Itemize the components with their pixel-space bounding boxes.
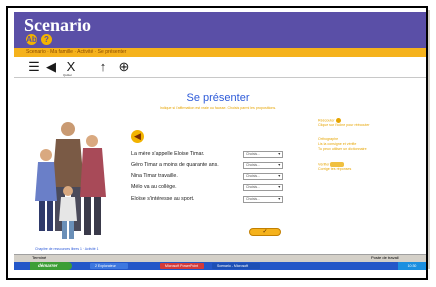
- app-title: Scenario: [24, 15, 91, 35]
- zone-text: Poste de travail: [371, 255, 399, 260]
- speaker-icon[interactable]: ◀: [131, 130, 144, 143]
- audio-help-button[interactable]: Ab: [26, 34, 37, 45]
- hint-block[interactable]: Réécouter Clique sur l'icône pour réécou…: [318, 118, 370, 128]
- hint-title: Réécouter: [318, 118, 335, 123]
- validate-button[interactable]: ✓: [249, 228, 281, 236]
- help-button[interactable]: ?: [41, 34, 52, 45]
- girl-figure: [35, 149, 57, 231]
- hint-text: Tu peux utiliser un dictionnaire: [318, 147, 367, 151]
- hint-title: Vérifier: [318, 162, 330, 167]
- mother-figure: [80, 135, 106, 235]
- globe-icon[interactable]: ⊕: [117, 60, 131, 74]
- hint-block[interactable]: Orthographe Lis la consigne et vérifie T…: [318, 137, 367, 152]
- select-value: Choisis...: [246, 185, 260, 189]
- question-row: Géro Timar a moins de quarante ans. Choi…: [131, 161, 291, 170]
- answer-select[interactable]: Choisis... ▼: [243, 184, 283, 191]
- illustration-caption[interactable]: Chapitre de ressources libres 1 · Activi…: [35, 247, 99, 251]
- answer-select[interactable]: Choisis... ▼: [243, 173, 283, 180]
- question-label: Géro Timar a moins de quarante ans.: [131, 162, 219, 168]
- select-value: Choisis...: [246, 174, 260, 178]
- hint-text: Clique sur l'icône pour réécouter: [318, 123, 370, 128]
- close-label: Quitter: [63, 73, 73, 77]
- instructions: Indique si l'affirmation est vraie ou fa…: [159, 106, 277, 110]
- hint-text: Corrige tes réponses: [318, 167, 352, 172]
- back-icon[interactable]: ◀: [44, 60, 58, 74]
- system-tray-clock[interactable]: 10:30: [398, 262, 426, 270]
- chevron-down-icon: ▼: [277, 185, 281, 189]
- chevron-down-icon: ▼: [277, 152, 281, 156]
- chevron-down-icon: ▼: [277, 174, 281, 178]
- chevron-down-icon: ▼: [277, 163, 281, 167]
- close-icon[interactable]: X: [64, 60, 78, 74]
- taskbar-item[interactable]: 2 Explorateur: [90, 263, 128, 269]
- question-label: Mélo va au collège.: [131, 184, 177, 190]
- question-row: Nina Timar travaille. Choisis... ▼: [131, 172, 291, 181]
- family-illustration: [35, 122, 106, 239]
- question-label: Eloïse s'intéresse au sport.: [131, 196, 195, 202]
- question-row: Mélo va au collège. Choisis... ▼: [131, 183, 291, 192]
- answer-select[interactable]: Choisis... ▼: [243, 151, 283, 158]
- status-text: Terminé: [32, 255, 47, 260]
- breadcrumb[interactable]: Scenario · Ma famille · Activité · Se pr…: [26, 48, 126, 57]
- question-row: Eloïse s'intéresse au sport. Choisis... …: [131, 195, 291, 204]
- question-label: La mère s'appelle Eloise Timar.: [131, 151, 205, 157]
- select-value: Choisis...: [246, 197, 260, 201]
- chevron-down-icon: ▼: [277, 197, 281, 201]
- answer-select[interactable]: Choisis... ▼: [243, 196, 283, 203]
- start-button[interactable]: démarrer: [30, 262, 72, 270]
- page-title: Se présenter: [186, 92, 250, 104]
- hint-block[interactable]: Vérifier Corrige tes réponses: [318, 162, 351, 172]
- select-value: Choisis...: [246, 152, 260, 156]
- question-label: Nina Timar travaille.: [131, 173, 178, 179]
- pin-icon[interactable]: ↑: [96, 60, 110, 74]
- answer-select[interactable]: Choisis... ▼: [243, 162, 283, 169]
- list-icon[interactable]: ☰: [27, 60, 41, 74]
- audio-icon: [335, 118, 341, 123]
- question-row: La mère s'appelle Eloise Timar. Choisis.…: [131, 150, 291, 159]
- check-chip: [330, 162, 345, 167]
- taskbar-item[interactable]: Microsoft PowerPoint: [160, 263, 204, 269]
- select-value: Choisis...: [246, 163, 260, 167]
- taskbar-item[interactable]: Scenario - Microsoft: [212, 263, 260, 269]
